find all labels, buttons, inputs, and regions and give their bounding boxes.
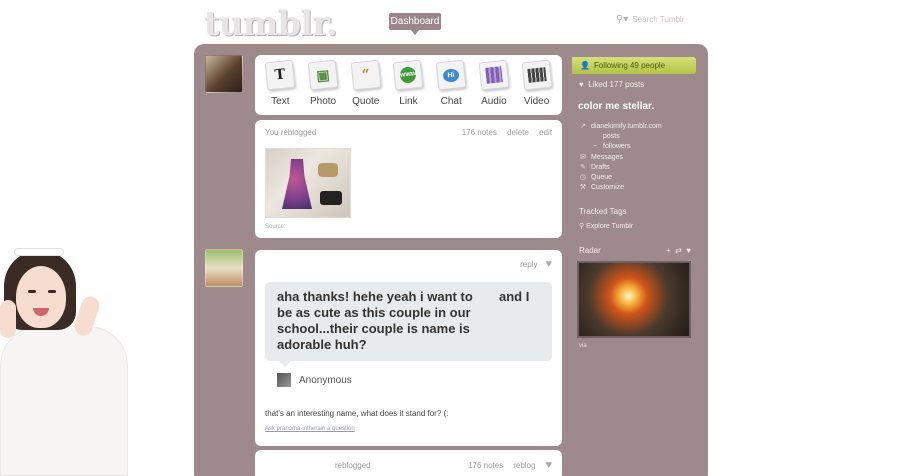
post-type-photo[interactable]: ▣ Photo — [303, 59, 343, 115]
sidebar-item-customize[interactable]: ⚒ Customize — [579, 183, 662, 193]
audio-icon — [478, 59, 510, 91]
blog-title[interactable]: color me stellar. — [578, 101, 654, 112]
mail-icon: ✉ — [580, 153, 586, 161]
post-source: Source: — [265, 224, 286, 230]
sidebar-item-blog-url[interactable]: ↗ dianekimify.tumblr.com — [579, 122, 662, 132]
notes-count[interactable]: 176 notes — [462, 128, 497, 137]
post-type-label: Photo — [309, 96, 337, 107]
post-type-audio[interactable]: Audio — [474, 59, 514, 115]
search-box[interactable]: ⚲▾ Search Tumblr — [616, 14, 684, 25]
search-icon: ⚲▾ — [616, 14, 629, 25]
heart-icon[interactable]: ♥ — [686, 246, 691, 255]
asker-name: Anonymous — [299, 374, 352, 386]
notes-count[interactable]: 176 notes — [468, 461, 503, 470]
post-type-video[interactable]: Video — [517, 59, 557, 115]
explore-link[interactable]: ⚲ Explore Tumblr — [579, 222, 633, 230]
sidebar-item-drafts[interactable]: ✎ Drafts — [579, 163, 662, 173]
reblogged-post: reblogged 176 notes reblog ♥ — [255, 450, 562, 476]
question-text-tail: and I — [499, 289, 530, 304]
post-type-label: Chat — [440, 96, 462, 107]
edit-button[interactable]: edit — [539, 128, 552, 137]
post-type-text[interactable]: T Text — [260, 59, 300, 115]
reblog-button[interactable]: reblog — [513, 461, 535, 470]
external-link-icon: ↗ — [580, 123, 586, 130]
asker: Anonymous — [277, 373, 552, 387]
post-type-label: Quote — [352, 96, 380, 107]
decorative-girl-image — [0, 238, 140, 476]
answer-text: that's an interesting name, what does it… — [265, 409, 449, 418]
wrench-icon: ⚒ — [579, 184, 587, 192]
liked-link[interactable]: ♥ Liked 177 posts — [579, 80, 644, 89]
link-icon: www — [393, 59, 424, 91]
delete-button[interactable]: delete — [507, 128, 529, 137]
tumblr-logo[interactable]: tumblr. — [204, 4, 338, 44]
post-type-label: Video — [523, 96, 550, 107]
post-type-link[interactable]: www Link — [388, 59, 428, 115]
heart-icon[interactable]: ♥ — [545, 258, 552, 270]
reply-button[interactable]: reply — [520, 260, 537, 269]
follow-plus-icon[interactable]: + — [666, 246, 671, 255]
avatar[interactable] — [205, 55, 243, 93]
reblog-icon[interactable]: ⇄ — [675, 246, 682, 255]
search-input[interactable]: Search Tumblr — [632, 15, 684, 24]
video-icon — [521, 59, 552, 91]
answer-post: reply ♥ aha thanks! hehe yeah i want to … — [255, 250, 562, 446]
sidebar-item-followers[interactable]: ~ followers — [579, 142, 662, 152]
question-text: aha thanks! hehe yeah i want to be as cu… — [277, 289, 473, 352]
blog-links: ↗ dianekimify.tumblr.com posts ~ followers… — [579, 122, 662, 193]
post-header: You reblogged — [265, 128, 317, 137]
post-type-bar: T Text ▣ Photo “ Quote www Link Hi Chat … — [255, 55, 562, 115]
queue-icon: ◷ — [579, 174, 587, 182]
heart-icon: ♥ — [579, 80, 584, 89]
post-photo[interactable] — [265, 148, 351, 218]
text-icon: T — [264, 59, 296, 91]
post-header: reblogged — [335, 460, 371, 470]
question-bubble: aha thanks! hehe yeah i want to be as cu… — [265, 282, 552, 367]
photo-icon: ▣ — [307, 59, 339, 91]
reblogged-photo-post: You reblogged 176 notes delete edit Sour… — [255, 120, 562, 238]
sidebar-item-messages[interactable]: ✉ Messages — [579, 153, 662, 163]
post-type-label: Text — [271, 96, 290, 107]
chat-icon: Hi — [435, 59, 467, 91]
post-type-label: Audio — [481, 96, 507, 107]
sidebar-item-posts[interactable]: posts — [579, 132, 662, 142]
sidebar-item-queue[interactable]: ◷ Queue — [579, 173, 662, 183]
user-icon: 👤 — [580, 61, 590, 70]
post-type-label: Link — [399, 96, 418, 107]
search-icon: ⚲ — [579, 223, 585, 230]
asker-avatar — [277, 373, 291, 387]
post-type-quote[interactable]: “ Quote — [346, 59, 386, 115]
avatar[interactable] — [205, 249, 243, 287]
drafts-icon: ✎ — [580, 163, 586, 171]
radar-image[interactable] — [577, 261, 691, 338]
quote-icon: “ — [350, 59, 382, 91]
ask-question-link[interactable]: Ask pranoma-intherain a question — [265, 426, 552, 432]
radar-title: Radar — [579, 246, 601, 255]
radar-via-link[interactable]: via — [579, 343, 587, 349]
tab-dashboard[interactable]: Dashboard — [389, 13, 441, 35]
following-link[interactable]: 👤 Following 49 people — [572, 57, 696, 74]
tracked-tags-heading: Tracked Tags — [579, 207, 627, 216]
heart-icon[interactable]: ♥ — [545, 459, 552, 471]
post-type-chat[interactable]: Hi Chat — [431, 59, 471, 115]
radar-header: Radar + ⇄ ♥ — [579, 246, 691, 255]
